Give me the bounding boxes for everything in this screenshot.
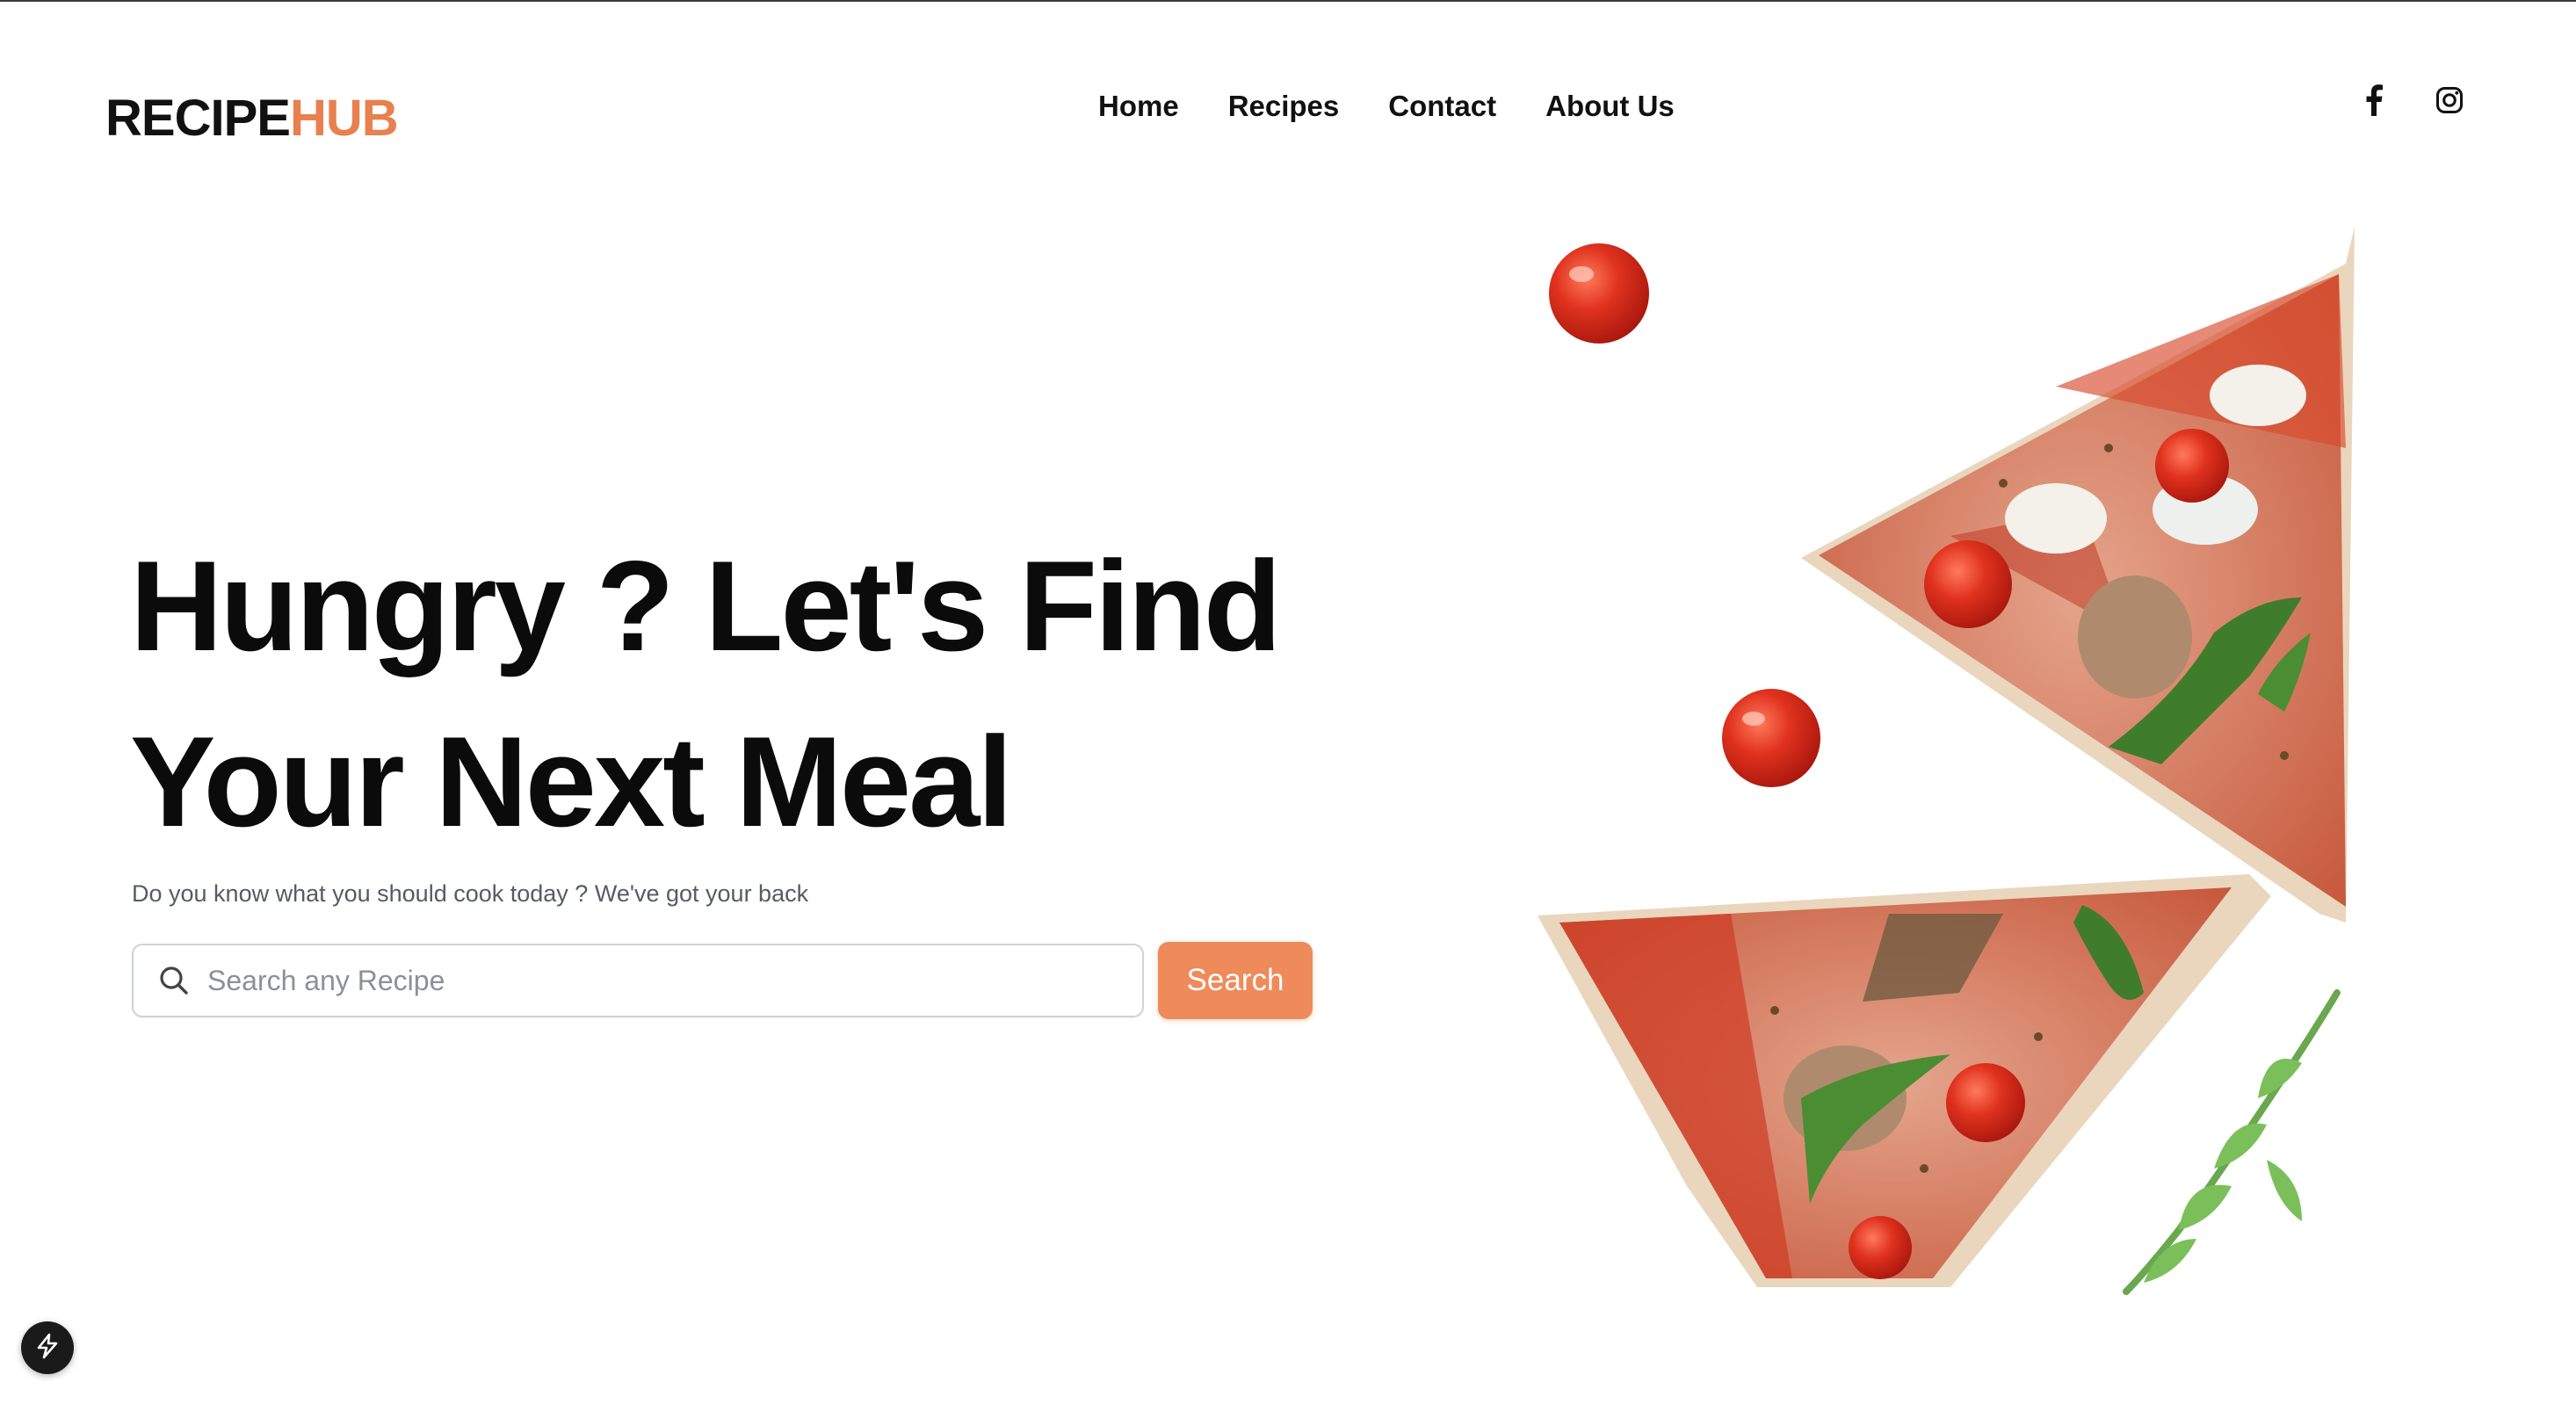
nav-recipes[interactable]: Recipes [1228, 84, 1340, 128]
lightning-icon [35, 1333, 60, 1364]
nav-about-us[interactable]: About Us [1545, 84, 1675, 128]
pizza-slice-lower [1538, 874, 2271, 1287]
search-box [132, 944, 1144, 1017]
search-icon [156, 963, 192, 998]
tomato-2 [1722, 689, 1820, 787]
nav-home[interactable]: Home [1098, 84, 1179, 128]
top-divider [0, 0, 2576, 2]
hero-heading: Hungry ? Let's Find Your Next Meal [130, 518, 1282, 870]
instagram-icon[interactable] [2430, 81, 2469, 119]
search-input[interactable] [207, 945, 1142, 1016]
page: RECIPEHUB Home Recipes Contact About Us … [0, 0, 2576, 1404]
tomato-1 [1549, 243, 1649, 344]
nav-contact[interactable]: Contact [1388, 84, 1496, 128]
search-button[interactable]: Search [1158, 942, 1313, 1019]
hero-subtitle: Do you know what you should cook today ?… [132, 880, 809, 907]
hero-heading-line-1: Hungry ? Let's Find [130, 534, 1282, 677]
site-logo[interactable]: RECIPEHUB [105, 88, 399, 149]
main-nav: Home Recipes Contact About Us [1098, 84, 1675, 128]
hero-heading-line-2: Your Next Meal [130, 710, 1013, 853]
logo-text-recipe: RECIPE [105, 90, 291, 147]
hero-pizza-image [1511, 220, 2390, 1300]
facebook-icon[interactable] [2355, 81, 2393, 119]
dev-tools-badge[interactable] [21, 1321, 74, 1374]
logo-text-hub: HUB [289, 90, 399, 147]
pizza-slice-upper [1801, 227, 2355, 923]
